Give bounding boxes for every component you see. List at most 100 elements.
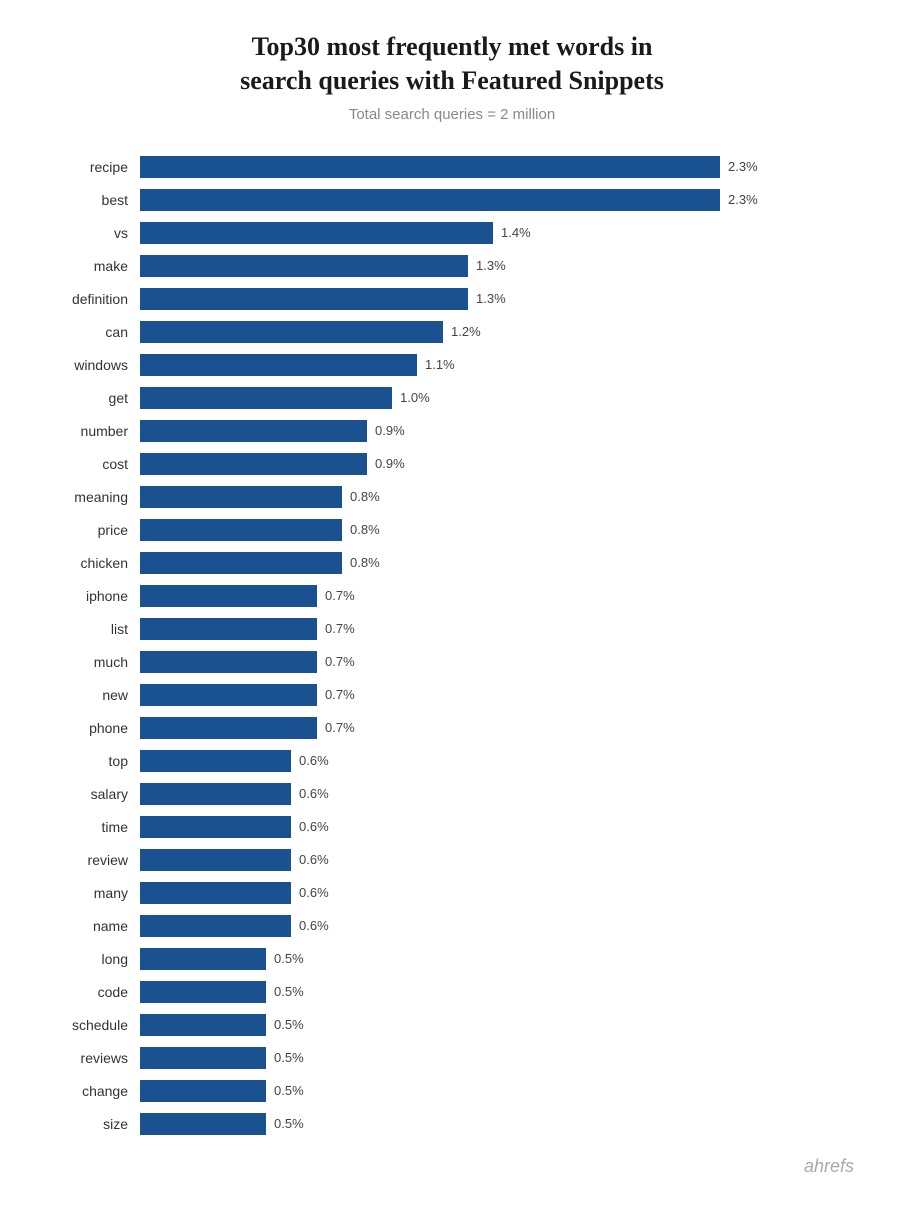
bar [140, 717, 317, 739]
bar-row: phone0.7% [40, 714, 864, 742]
bar-container: 1.4% [140, 222, 864, 244]
bar-container: 1.3% [140, 255, 864, 277]
chart-title: Top30 most frequently met words in searc… [40, 30, 864, 98]
branding-logo: ahrefs [40, 1156, 864, 1177]
bar [140, 882, 291, 904]
bar-row: many0.6% [40, 879, 864, 907]
bar-container: 0.5% [140, 948, 864, 970]
bar-container: 0.8% [140, 552, 864, 574]
bar-row: windows1.1% [40, 351, 864, 379]
bar-container: 0.9% [140, 420, 864, 442]
bar-row: can1.2% [40, 318, 864, 346]
bar-row: long0.5% [40, 945, 864, 973]
bar-label: much [40, 654, 140, 670]
bar-label: price [40, 522, 140, 538]
bar-row: name0.6% [40, 912, 864, 940]
bar-row: change 0.5% [40, 1077, 864, 1105]
bar-container: 0.9% [140, 453, 864, 475]
bar [140, 1047, 266, 1069]
bar [140, 783, 291, 805]
bar [140, 288, 468, 310]
bar-label: best [40, 192, 140, 208]
bar-value: 0.5% [274, 951, 304, 966]
bar-label: salary [40, 786, 140, 802]
bar-container: 0.5% [140, 1014, 864, 1036]
bar [140, 1113, 266, 1135]
bar-value: 0.5% [274, 1017, 304, 1032]
bar-value: 1.3% [476, 291, 506, 306]
bar-label: review [40, 852, 140, 868]
bar [140, 420, 367, 442]
bar-row: number0.9% [40, 417, 864, 445]
bar [140, 981, 266, 1003]
bar-value: 0.9% [375, 423, 405, 438]
bar-row: list0.7% [40, 615, 864, 643]
bar-label: iphone [40, 588, 140, 604]
bar-row: iphone0.7% [40, 582, 864, 610]
chart-area: recipe2.3%best2.3%vs1.4%make1.3%definiti… [40, 153, 864, 1138]
bar-row: code0.5% [40, 978, 864, 1006]
bar [140, 1080, 266, 1102]
bar-container: 1.1% [140, 354, 864, 376]
bar [140, 156, 720, 178]
bar-container: 0.6% [140, 849, 864, 871]
bar [140, 1014, 266, 1036]
bar-container: 0.5% [140, 981, 864, 1003]
bar [140, 453, 367, 475]
bar-row: definition1.3% [40, 285, 864, 313]
bar-container: 0.5% [140, 1080, 864, 1102]
bar-container: 0.5% [140, 1113, 864, 1135]
bar-row: review0.6% [40, 846, 864, 874]
chart-subtitle: Total search queries = 2 million [40, 106, 864, 123]
bar-container: 0.7% [140, 717, 864, 739]
bar-value: 0.7% [325, 621, 355, 636]
bar-row: much0.7% [40, 648, 864, 676]
bar-row: size0.5% [40, 1110, 864, 1138]
bar-container: 0.6% [140, 750, 864, 772]
bar-row: new0.7% [40, 681, 864, 709]
bar-value: 2.3% [728, 192, 758, 207]
bar [140, 651, 317, 673]
bar-container: 0.5% [140, 1047, 864, 1069]
bar-label: make [40, 258, 140, 274]
bar-container: 0.7% [140, 618, 864, 640]
bar-value: 1.1% [425, 357, 455, 372]
bar [140, 222, 493, 244]
bar [140, 486, 342, 508]
bar [140, 750, 291, 772]
bar [140, 948, 266, 970]
bar-row: reviews0.5% [40, 1044, 864, 1072]
bar-row: price0.8% [40, 516, 864, 544]
bar-value: 1.0% [400, 390, 430, 405]
bar-label: new [40, 687, 140, 703]
bar-value: 0.5% [274, 1116, 304, 1131]
bar-container: 0.6% [140, 882, 864, 904]
bar-row: best 2.3% [40, 186, 864, 214]
bar-label: recipe [40, 159, 140, 175]
bar-container: 0.7% [140, 651, 864, 673]
bar-row: cost0.9% [40, 450, 864, 478]
bar-value: 0.6% [299, 786, 329, 801]
bar-container: 2.3% [140, 156, 864, 178]
bar [140, 552, 342, 574]
bar-label: vs [40, 225, 140, 241]
bar [140, 816, 291, 838]
bar-container: 0.7% [140, 585, 864, 607]
bar-container: 0.6% [140, 816, 864, 838]
bar-value: 1.4% [501, 225, 531, 240]
bar-label: chicken [40, 555, 140, 571]
bar-label: change [40, 1083, 140, 1099]
bar [140, 684, 317, 706]
bar-value: 0.5% [274, 1083, 304, 1098]
bar-container: 0.6% [140, 915, 864, 937]
bar-label: time [40, 819, 140, 835]
bar-row: chicken0.8% [40, 549, 864, 577]
bar-label: phone [40, 720, 140, 736]
bar-value: 2.3% [728, 159, 758, 174]
bar-value: 0.6% [299, 918, 329, 933]
bar-row: meaning0.8% [40, 483, 864, 511]
bar [140, 189, 720, 211]
bar [140, 849, 291, 871]
bar [140, 321, 443, 343]
bar-value: 0.8% [350, 489, 380, 504]
